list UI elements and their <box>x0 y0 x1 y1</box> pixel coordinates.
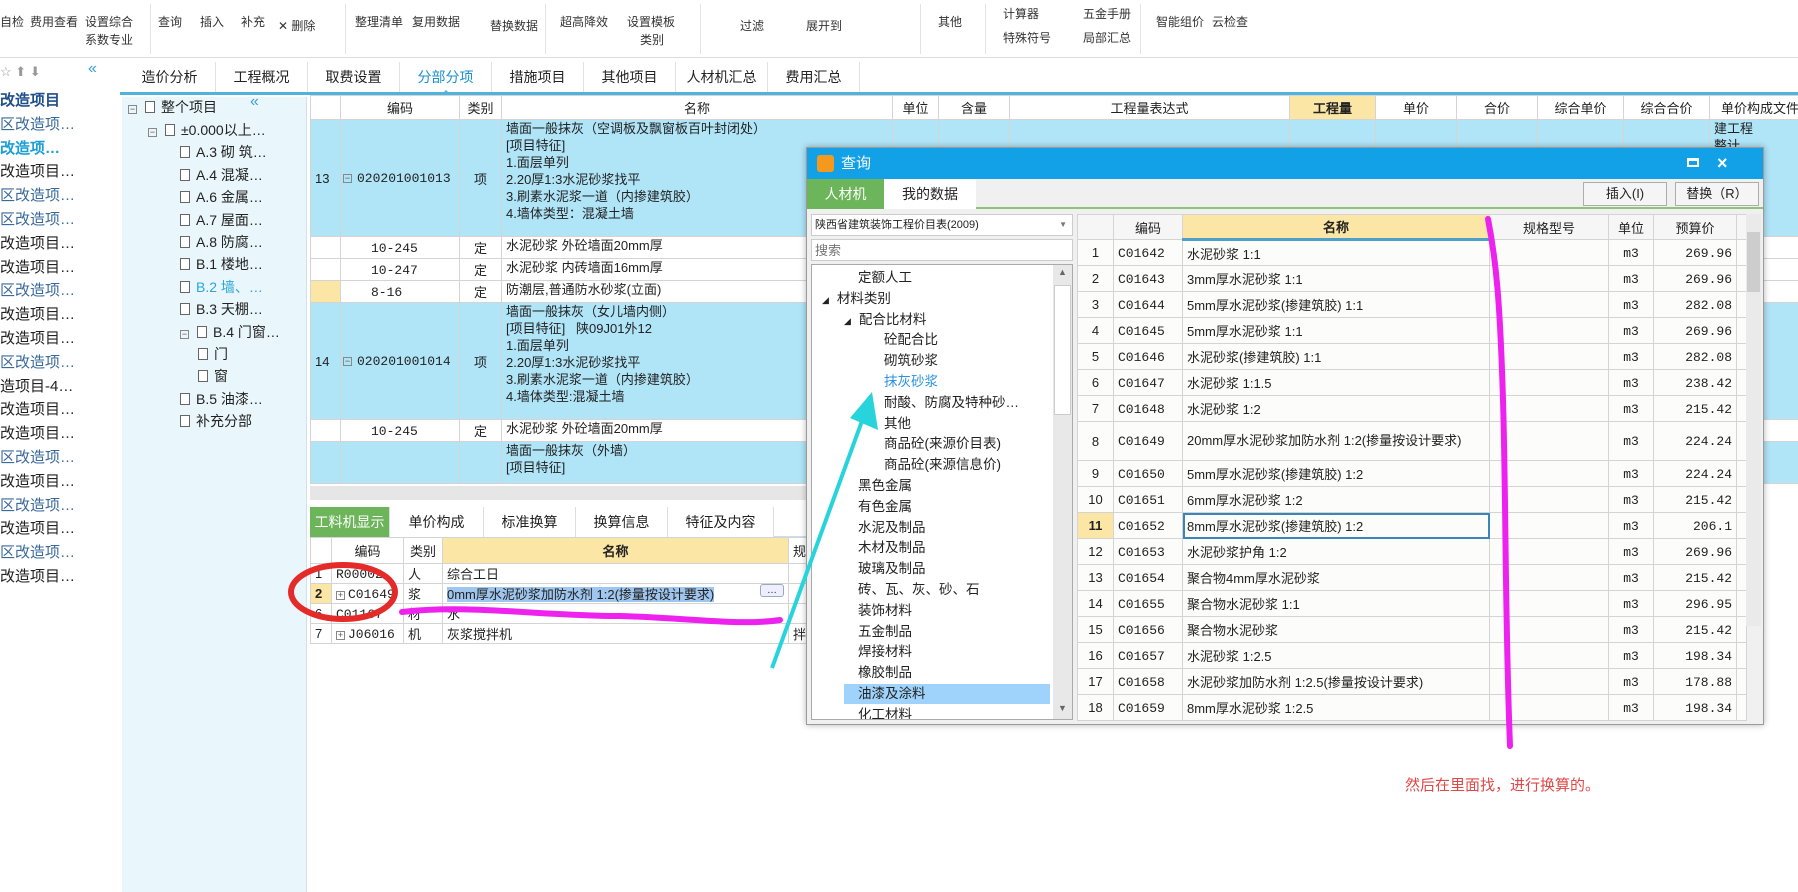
magenta-vertical-annotation <box>1485 216 1513 749</box>
cyan-arrow-head <box>850 392 878 430</box>
magenta-underline-annotation <box>399 606 783 626</box>
annotation-text: 然后在里面找，进行换算的。 <box>1405 777 1601 794</box>
annotation-layer <box>288 216 1513 749</box>
cyan-arrow-line <box>770 409 868 669</box>
red-circle-annotation <box>288 562 398 622</box>
